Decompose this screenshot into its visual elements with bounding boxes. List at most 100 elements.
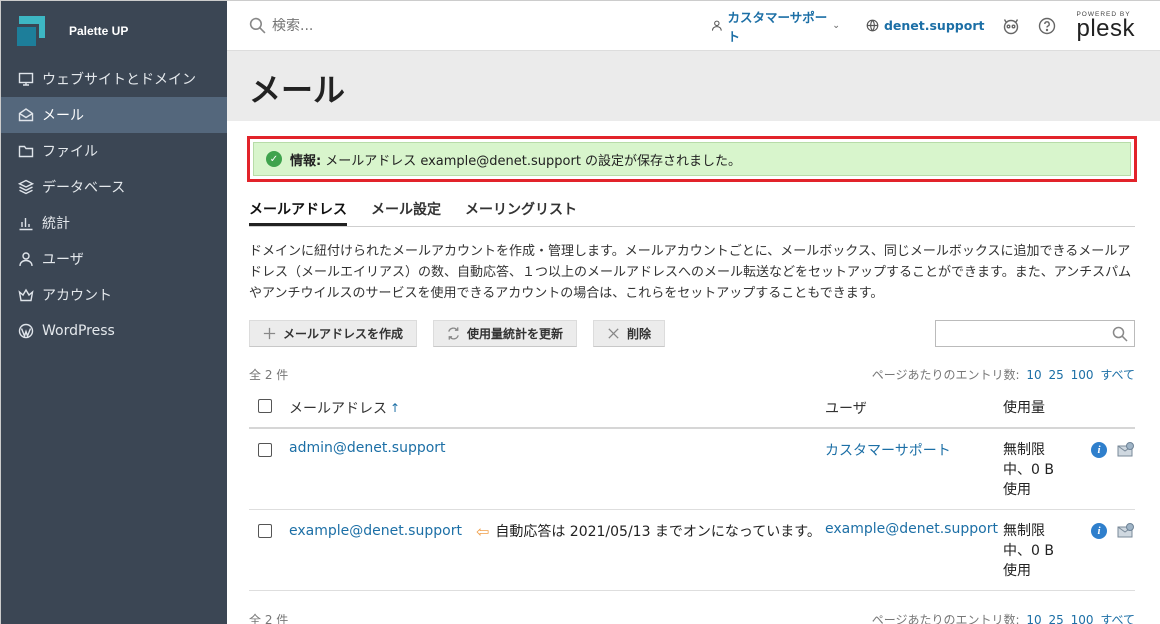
user-menu[interactable]: カスタマーサポート ⌄	[711, 7, 840, 45]
user-icon	[711, 20, 722, 31]
info-icon[interactable]: i	[1091, 442, 1107, 458]
search-icon[interactable]	[1112, 326, 1128, 342]
info-alert: ✓ 情報: メールアドレス example@denet.support の設定が…	[253, 142, 1131, 176]
create-email-button[interactable]: メールアドレスを作成	[249, 319, 418, 347]
sidebar-item-statistics[interactable]: 統計	[1, 205, 227, 241]
sidebar-item-files[interactable]: ファイル	[1, 133, 227, 169]
page-description: ドメインに紐付けられたメールアカウントを作成・管理します。メールアカウントごとに…	[249, 244, 1132, 301]
user-link[interactable]: カスタマーサポート	[825, 440, 1003, 460]
user-menu-label: カスタマーサポート	[727, 9, 828, 44]
item-count: 全 2 件	[249, 613, 289, 624]
global-search	[227, 17, 685, 34]
alert-highlight: ✓ 情報: メールアドレス example@denet.support の設定が…	[247, 136, 1137, 182]
sidebar-item-databases[interactable]: データベース	[1, 169, 227, 205]
column-header-user[interactable]: ユーザ	[825, 398, 1003, 418]
brand[interactable]: Palette UP	[1, 1, 227, 61]
user-link[interactable]: example@denet.support	[825, 521, 1003, 537]
list-toolbar: メールアドレスを作成 使用量統計を更新 削除	[249, 319, 1135, 347]
check-circle-icon: ✓	[266, 151, 282, 167]
sidebar-item-users[interactable]: ユーザ	[1, 241, 227, 277]
alert-label: 情報:	[290, 153, 322, 169]
per-page-option-10[interactable]: 10	[1026, 613, 1041, 624]
sidebar-item-label: ウェブサイトとドメイン	[42, 72, 196, 88]
sort-asc-icon: ↑	[390, 401, 401, 415]
topbar-right: カスタマーサポート ⌄ denet.support POWERED BY ple…	[685, 7, 1160, 45]
email-link[interactable]: example@denet.support	[289, 523, 462, 539]
plesk-logo: POWERED BY plesk	[1076, 11, 1135, 42]
bar-chart-icon	[17, 214, 35, 232]
domain-label: denet.support	[883, 18, 985, 33]
per-page-label: ページあたりのエントリ数:	[871, 368, 1020, 382]
sidebar-item-label: アカウント	[42, 288, 112, 304]
sidebar-item-label: 統計	[42, 216, 70, 232]
help-icon[interactable]	[1038, 17, 1056, 35]
per-page-selector: ページあたりのエントリ数: 10 25 100 すべて	[872, 366, 1135, 383]
row-checkbox[interactable]	[258, 524, 272, 538]
per-page-label: ページあたりのエントリ数:	[871, 613, 1020, 624]
sidebar-item-label: ファイル	[42, 144, 98, 160]
per-page-option-all[interactable]: すべて	[1100, 613, 1135, 624]
brand-name: Palette UP	[69, 24, 129, 38]
delete-button[interactable]: 削除	[593, 319, 666, 347]
list-meta-top: 全 2 件 ページあたりのエントリ数: 10 25 100 すべて	[249, 366, 1135, 383]
per-page-option-25[interactable]: 25	[1048, 368, 1063, 382]
global-search-input[interactable]	[272, 17, 572, 34]
page-title: メール	[249, 71, 346, 109]
database-icon	[17, 178, 35, 196]
table-row: admin@denet.support カスタマーサポート 無制限 中、0 B …	[249, 429, 1135, 510]
sidebar-item-account[interactable]: アカウント	[1, 277, 227, 313]
auto-reply-status: ⇦ 自動応答は 2021/05/13 までオンになっています。	[475, 521, 821, 541]
mail-icon	[17, 106, 35, 124]
globe-icon	[866, 19, 879, 32]
item-count: 全 2 件	[249, 368, 289, 382]
search-icon	[249, 17, 266, 34]
delete-label: 削除	[627, 326, 652, 341]
topbar: カスタマーサポート ⌄ denet.support POWERED BY ple…	[227, 1, 1160, 51]
table-row: example@denet.support ⇦ 自動応答は 2021/05/13…	[249, 510, 1135, 591]
refresh-icon	[448, 326, 459, 340]
tab-email-addresses[interactable]: メールアドレス	[249, 199, 347, 226]
help-bot-icon[interactable]	[1002, 17, 1020, 35]
webmail-icon[interactable]	[1117, 442, 1135, 458]
sidebar-item-wordpress[interactable]: WordPress	[1, 313, 227, 349]
per-page-option-all[interactable]: すべて	[1100, 368, 1135, 382]
per-page-option-25[interactable]: 25	[1048, 613, 1063, 624]
chevron-down-icon: ⌄	[832, 20, 840, 31]
list-search	[935, 319, 1135, 347]
email-link[interactable]: admin@denet.support	[289, 440, 825, 456]
domain-switcher[interactable]: denet.support	[866, 18, 985, 33]
column-header-email[interactable]: メールアドレス ↑	[289, 398, 825, 418]
sidebar-item-label: メール	[42, 108, 84, 124]
select-all-checkbox[interactable]	[258, 399, 272, 413]
page-header: メール	[227, 51, 1160, 121]
sidebar-item-label: ユーザ	[42, 252, 84, 268]
sidebar-nav: ウェブサイトとドメイン メール ファイル データベース 統計 ユーザ アカウント	[1, 61, 227, 349]
row-checkbox[interactable]	[258, 443, 272, 457]
refresh-usage-button[interactable]: 使用量統計を更新	[433, 319, 578, 347]
column-header-usage[interactable]: 使用量	[1003, 398, 1083, 418]
email-cell: example@denet.support ⇦ 自動応答は 2021/05/13…	[289, 521, 825, 541]
wordpress-icon	[17, 322, 35, 340]
brand-logo-icon	[17, 16, 47, 46]
auto-reply-icon: ⇦	[475, 521, 490, 541]
info-icon[interactable]: i	[1091, 523, 1107, 539]
webmail-icon[interactable]	[1117, 523, 1135, 539]
list-search-input[interactable]	[936, 320, 1106, 346]
table-header: メールアドレス ↑ ユーザ 使用量	[249, 389, 1135, 429]
row-actions: i	[1083, 440, 1135, 458]
per-page-option-10[interactable]: 10	[1026, 368, 1041, 382]
plesk-wordmark: plesk	[1076, 15, 1135, 42]
per-page-option-100[interactable]: 100	[1071, 613, 1094, 624]
refresh-usage-label: 使用量統計を更新	[467, 326, 564, 341]
tab-mail-settings[interactable]: メール設定	[371, 199, 441, 226]
sidebar: Palette UP ウェブサイトとドメイン メール ファイル データベース 統…	[1, 1, 227, 624]
sidebar-item-label: WordPress	[42, 323, 115, 339]
sidebar-item-mail[interactable]: メール	[1, 97, 227, 133]
per-page-option-100[interactable]: 100	[1071, 368, 1094, 382]
main-content: ✓ 情報: メールアドレス example@denet.support の設定が…	[227, 121, 1160, 624]
sidebar-item-websites[interactable]: ウェブサイトとドメイン	[1, 61, 227, 97]
tab-mailing-lists[interactable]: メーリングリスト	[465, 199, 577, 226]
sidebar-item-label: データベース	[42, 180, 126, 196]
crown-icon	[17, 286, 35, 304]
folder-icon	[17, 142, 35, 160]
